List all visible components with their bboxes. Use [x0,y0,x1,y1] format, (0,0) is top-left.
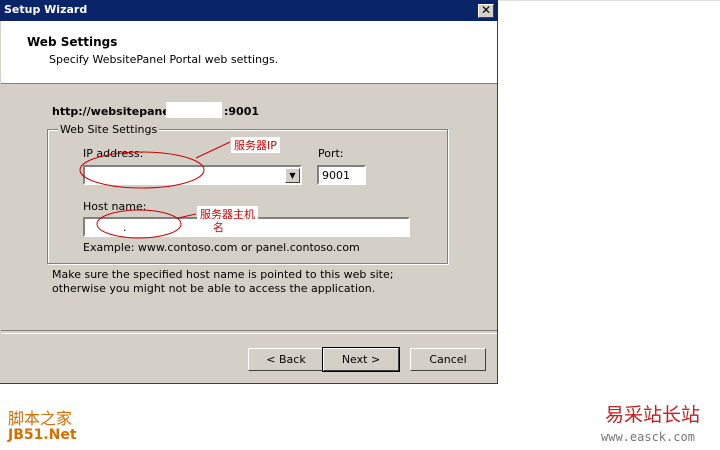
back-button[interactable]: < Back [248,348,324,371]
next-button[interactable]: Next > [322,347,400,372]
background-line [498,0,720,1]
watermark-right-bottom: www.easck.com [601,430,695,444]
button-separator [1,330,497,334]
host-annotation-line [177,213,197,219]
cancel-button[interactable]: Cancel [410,348,486,371]
annotation-overlay [79,141,231,239]
ip-annotation-text: 服务器IP [231,137,280,153]
ip-highlight-ellipse [79,151,205,189]
ip-annotation-line [195,141,231,159]
host-annotation-line2: 名 [210,219,279,235]
watermark-right-top: 易采站长站 [605,404,701,426]
watermark-left-top: 脚本之家 [8,409,73,428]
host-highlight-ellipse [96,209,182,239]
host-warning-note: Make sure the specified host name is poi… [52,268,394,295]
watermark-left-bottom: JB51.Net [8,427,77,443]
setup-wizard-dialog: Setup Wizard ✕ Web Settings Specify Webs… [0,0,498,384]
